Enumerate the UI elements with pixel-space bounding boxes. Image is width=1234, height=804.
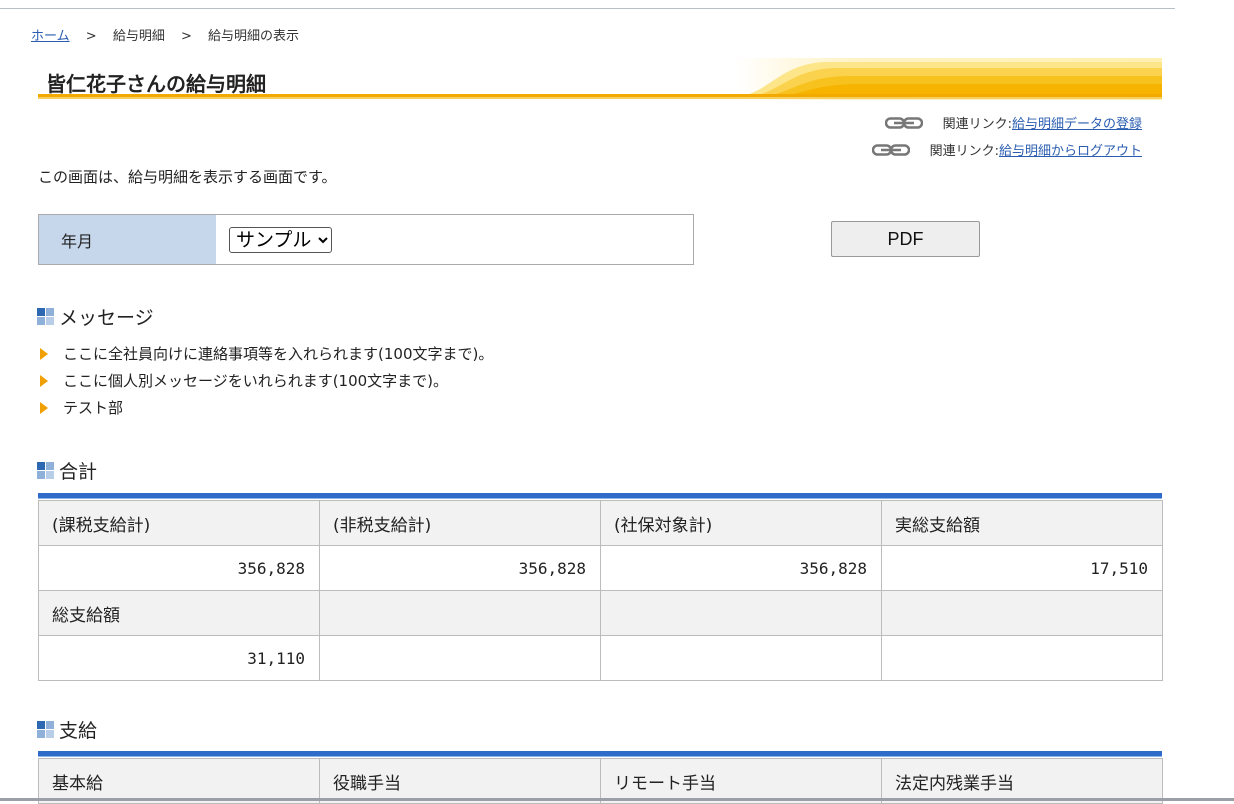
table-header-cell: (非税支給計) [319, 500, 601, 546]
payments-blue-bar [38, 751, 1162, 757]
totals-heading: 合計 [37, 457, 97, 484]
table-header-cell: (社保対象計) [600, 500, 882, 546]
messages-heading: メッセージ [37, 303, 154, 330]
table-value-cell: 31,110 [38, 635, 320, 681]
list-item: ここに全社員向けに連絡事項等を入れられます(100文字まで)。 [38, 340, 493, 367]
table-header-cell: (課税支給計) [38, 500, 320, 546]
breadcrumb-separator: > [180, 29, 192, 44]
pdf-button[interactable]: PDF [831, 221, 980, 257]
table-row: 基本給 役職手当 リモート手当 法定内残業手当 [38, 758, 1163, 804]
table-header-cell: 実総支給額 [881, 500, 1163, 546]
table-value-cell [319, 635, 601, 681]
chain-link-icon [884, 116, 923, 129]
payments-title: 支給 [59, 720, 98, 742]
message-text: ここに全社員向けに連絡事項等を入れられます(100文字まで)。 [63, 345, 494, 363]
table-value-cell: 356,828 [38, 545, 320, 591]
totals-title: 合計 [59, 461, 98, 483]
table-row: 356,828 356,828 356,828 17,510 [38, 545, 1163, 591]
year-month-select[interactable]: サンプル [229, 226, 332, 253]
year-month-row: 年月 サンプル [38, 214, 694, 265]
message-text: ここに個人別メッセージをいれられます(100文字まで)。 [63, 372, 449, 390]
table-row: 31,110 [38, 635, 1163, 681]
table-header-cell: 法定内残業手当 [881, 758, 1163, 804]
table-value-cell: 356,828 [319, 545, 601, 591]
table-header-cell: 基本給 [38, 758, 320, 804]
message-text: テスト部 [63, 399, 124, 417]
table-header-cell: リモート手当 [600, 758, 882, 804]
table-row: (課税支給計) (非税支給計) (社保対象計) 実総支給額 [38, 500, 1163, 546]
list-item: ここに個人別メッセージをいれられます(100文字まで)。 [38, 367, 493, 394]
arrow-right-icon [40, 401, 48, 414]
page-title: 皆仁花子さんの給与明細 [46, 72, 266, 96]
section-square-icon [37, 721, 54, 738]
payments-heading: 支給 [37, 716, 97, 743]
table-row: 総支給額 [38, 590, 1163, 636]
breadcrumb-home-link[interactable]: ホーム [31, 29, 70, 44]
breadcrumb-payslip: 給与明細 [112, 29, 165, 44]
breadcrumb: ホーム > 給与明細 > 給与明細の表示 [31, 25, 299, 44]
related-link-prefix: 関連リンク: [929, 144, 999, 159]
table-value-cell [881, 635, 1163, 681]
table-value-cell [600, 635, 882, 681]
top-divider [0, 8, 1175, 9]
arrow-right-icon [40, 374, 48, 387]
arrow-right-icon [40, 347, 48, 360]
chain-link-icon [871, 143, 910, 156]
totals-blue-bar [38, 493, 1162, 499]
logout-link[interactable]: 給与明細からログアウト [999, 140, 1142, 159]
year-month-value-cell: サンプル [216, 215, 693, 264]
table-header-cell [319, 590, 601, 636]
breadcrumb-current: 給与明細の表示 [208, 29, 300, 44]
message-list: ここに全社員向けに連絡事項等を入れられます(100文字まで)。 ここに個人別メッ… [38, 340, 493, 421]
messages-title: メッセージ [59, 307, 154, 329]
year-month-label: 年月 [39, 215, 216, 264]
related-link-register: 関連リンク: 給与明細データの登録 [884, 113, 1142, 132]
list-item: テスト部 [38, 394, 493, 421]
related-link-prefix: 関連リンク: [942, 117, 1012, 132]
section-square-icon [37, 308, 54, 325]
section-square-icon [37, 462, 54, 479]
related-link-logout: 関連リンク: 給与明細からログアウト [871, 140, 1142, 159]
intro-text: この画面は、給与明細を表示する画面です。 [38, 168, 337, 186]
register-payslip-link[interactable]: 給与明細データの登録 [1012, 113, 1142, 132]
table-header-cell: 総支給額 [38, 590, 320, 636]
table-value-cell: 356,828 [600, 545, 882, 591]
table-value-cell: 17,510 [881, 545, 1163, 591]
table-header-cell: 役職手当 [319, 758, 601, 804]
breadcrumb-separator: > [85, 29, 97, 44]
page-title-bar: 皆仁花子さんの給与明細 [38, 58, 1162, 100]
table-header-cell [881, 590, 1163, 636]
totals-table: (課税支給計) (非税支給計) (社保対象計) 実総支給額 356,828 35… [38, 500, 1163, 681]
table-header-cell [600, 590, 882, 636]
